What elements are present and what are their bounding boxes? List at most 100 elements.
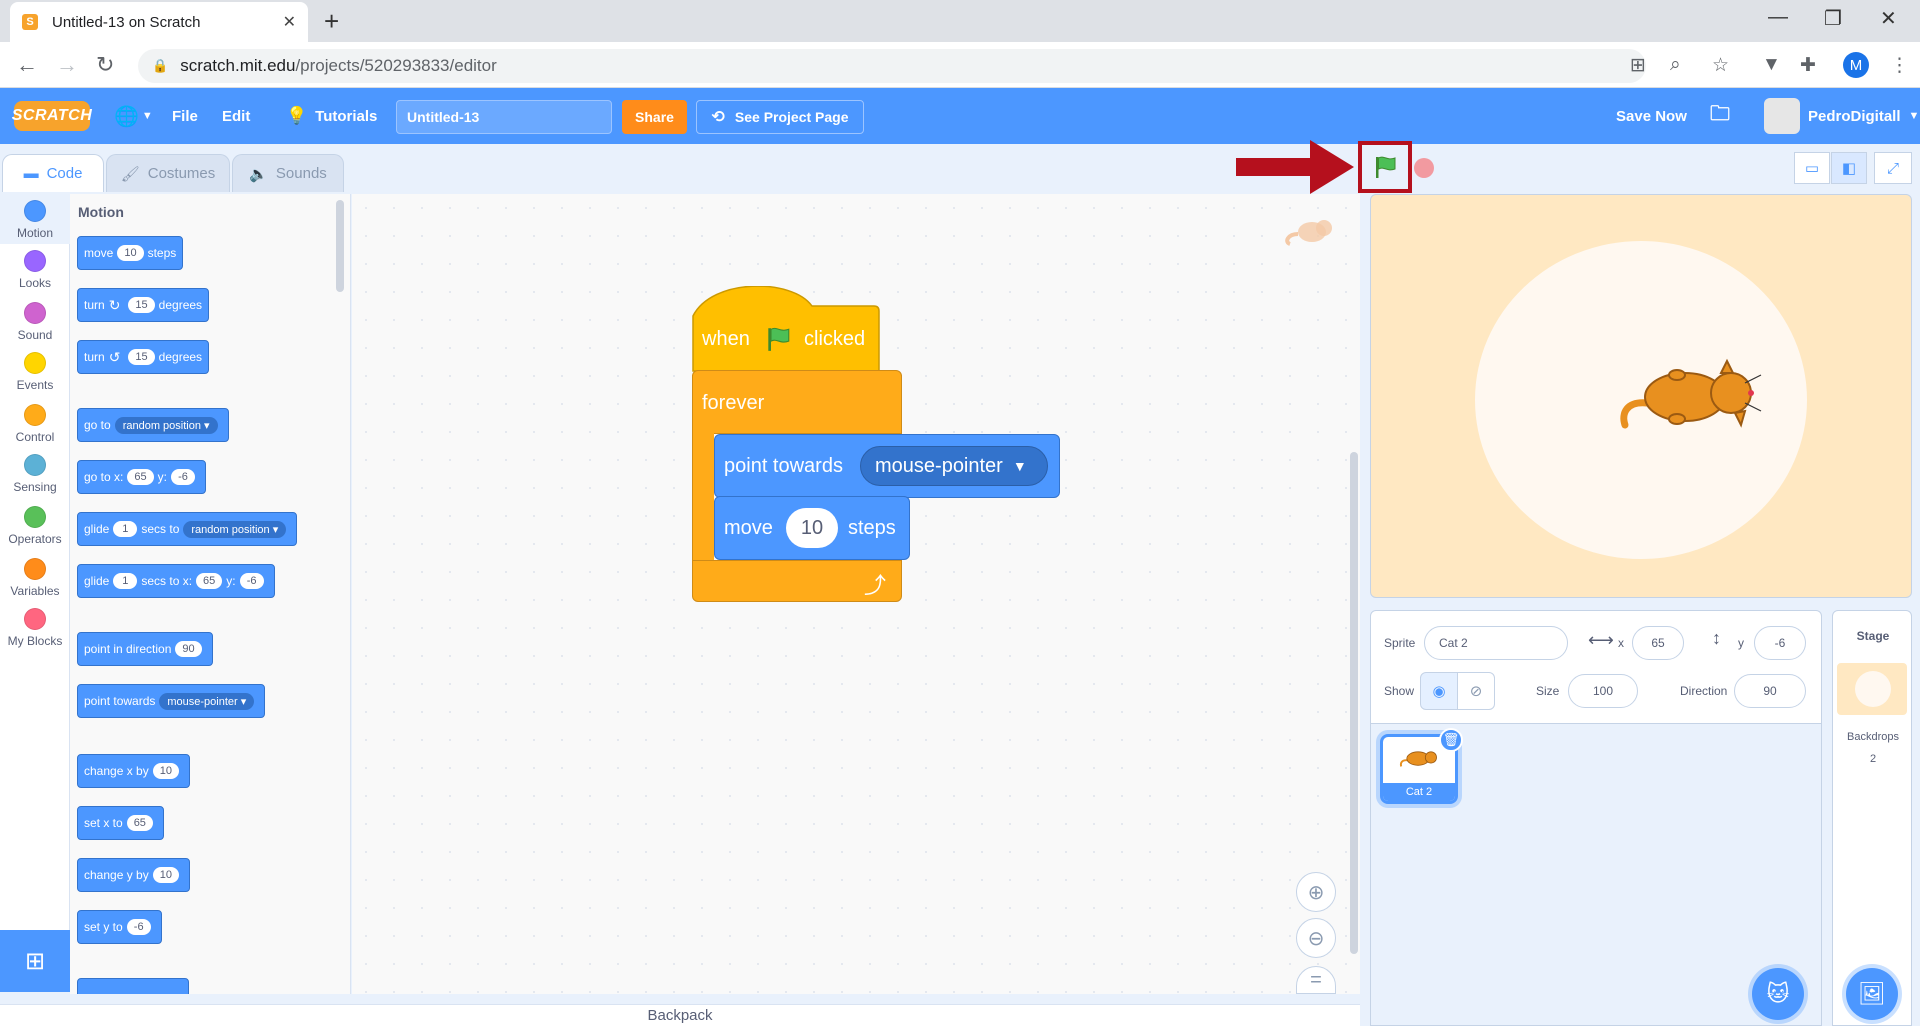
fullscreen-button[interactable]: ⤢ xyxy=(1874,152,1912,184)
backpack-bar[interactable]: Backpack xyxy=(0,1004,1360,1026)
script-scrollbar[interactable] xyxy=(1350,452,1358,954)
category-events[interactable]: Events xyxy=(0,352,70,402)
stop-button[interactable] xyxy=(1414,158,1434,178)
edit-menu[interactable]: Edit xyxy=(222,88,250,144)
backdrop-thumbnail[interactable] xyxy=(1837,663,1907,715)
block-input[interactable]: 65 xyxy=(126,815,153,831)
browser-menu-icon[interactable]: ⋮ xyxy=(1890,54,1909,77)
add-extension-button[interactable]: ⊞ xyxy=(0,930,70,992)
palette-partial-block[interactable] xyxy=(77,978,189,994)
category-my-blocks[interactable]: My Blocks xyxy=(0,608,70,658)
stage-selector-panel[interactable]: Stage Backdrops 2 xyxy=(1832,610,1912,1026)
choose-sprite-button[interactable]: 🐱 xyxy=(1752,968,1804,1020)
puzzle-extensions-icon[interactable]: ✚ xyxy=(1800,54,1816,77)
block-dropdown[interactable]: mouse-pointer ▾ xyxy=(159,692,255,710)
palette-glide-xy-block[interactable]: glide 1 secs to x: 65 y: -6 xyxy=(77,564,275,598)
sprite-x-input[interactable]: 65 xyxy=(1632,626,1684,660)
file-menu[interactable]: File xyxy=(172,88,198,144)
palette-glide-block[interactable]: glide 1 secs to random position ▾ xyxy=(77,512,298,546)
reload-icon[interactable]: ↻ xyxy=(96,52,114,78)
palette-set-x-block[interactable]: set x to 65 xyxy=(77,806,164,840)
zoom-in-button[interactable]: ⊕ xyxy=(1296,872,1336,912)
show-visible-button[interactable]: ◉ xyxy=(1420,672,1458,710)
block-input[interactable]: 65 xyxy=(127,469,154,485)
block-input[interactable]: 10 xyxy=(152,763,179,779)
palette-point-direction-block[interactable]: point in direction 90 xyxy=(77,632,213,666)
zoom-icon[interactable]: ⌕ xyxy=(1670,54,1681,76)
zoom-out-button[interactable]: ⊖ xyxy=(1296,918,1336,958)
point-towards-dropdown[interactable]: mouse-pointer ▼ xyxy=(860,446,1048,486)
my-stuff-folder-icon[interactable]: 🗀 xyxy=(1710,88,1730,144)
block-input[interactable]: -6 xyxy=(239,573,264,589)
restore-icon[interactable]: ❐ xyxy=(1824,6,1842,31)
sprite-name-input[interactable]: Cat 2 xyxy=(1424,626,1568,660)
category-motion[interactable]: Motion xyxy=(0,194,70,244)
move-steps-input[interactable]: 10 xyxy=(786,508,838,548)
sprite-size-input[interactable]: 100 xyxy=(1568,674,1638,708)
url-bar[interactable]: 🔒 scratch.mit.edu/projects/520293833/edi… xyxy=(138,49,1646,83)
share-button[interactable]: Share xyxy=(622,100,687,134)
palette-goto-block[interactable]: go to random position ▾ xyxy=(77,408,229,442)
green-flag-button[interactable] xyxy=(1358,141,1412,193)
small-stage-button[interactable]: ▭ xyxy=(1794,152,1830,184)
minimize-icon[interactable]: — xyxy=(1768,6,1788,29)
category-looks[interactable]: Looks xyxy=(0,250,70,300)
category-operators[interactable]: Operators xyxy=(0,506,70,556)
block-dropdown[interactable]: random position ▾ xyxy=(114,416,218,434)
palette-move-block[interactable]: move 10 steps xyxy=(77,236,184,270)
save-now-button[interactable]: Save Now xyxy=(1616,88,1687,144)
block-input[interactable]: 1 xyxy=(113,521,138,537)
close-window-icon[interactable]: ✕ xyxy=(1880,6,1897,31)
close-tab-icon[interactable]: ✕ xyxy=(283,12,296,32)
extension-icon[interactable]: ▼ xyxy=(1762,54,1781,76)
tab-sounds-label: Sounds xyxy=(275,165,327,182)
normal-stage-button[interactable]: ◧ xyxy=(1831,152,1867,184)
back-icon[interactable]: ← xyxy=(16,52,38,78)
palette-set-y-block[interactable]: set y to -6 xyxy=(77,910,162,944)
choose-backdrop-button[interactable]: 🖼 xyxy=(1846,968,1898,1020)
sprite-y-input[interactable]: -6 xyxy=(1754,626,1806,660)
block-input[interactable]: 10 xyxy=(117,245,144,261)
category-sound[interactable]: Sound xyxy=(0,302,70,352)
category-control[interactable]: Control xyxy=(0,404,70,454)
new-tab-icon[interactable]: + xyxy=(324,6,339,37)
sprite-direction-input[interactable]: 90 xyxy=(1734,674,1806,708)
translate-icon[interactable]: ⊞ xyxy=(1630,54,1646,77)
block-input[interactable]: 65 xyxy=(196,573,223,589)
show-hidden-button[interactable]: ⊘ xyxy=(1457,672,1495,710)
block-input[interactable]: 10 xyxy=(152,867,179,883)
category-sensing[interactable]: Sensing xyxy=(0,454,70,504)
block-input[interactable]: 15 xyxy=(128,349,155,365)
project-title-input[interactable]: Untitled-13 xyxy=(396,100,612,134)
block-input[interactable]: -6 xyxy=(170,469,195,485)
palette-turn-right-block[interactable]: turn ↻ 15 degrees xyxy=(77,288,210,322)
palette-point-towards-block[interactable]: point towards mouse-pointer ▾ xyxy=(77,684,266,718)
block-input[interactable]: 1 xyxy=(113,573,138,589)
block-input[interactable]: 90 xyxy=(175,641,202,657)
category-variables[interactable]: Variables xyxy=(0,558,70,608)
palette-change-x-block[interactable]: change x by 10 xyxy=(77,754,190,788)
palette-scrollbar[interactable] xyxy=(336,200,344,292)
delete-sprite-button[interactable]: 🗑 xyxy=(1439,728,1463,752)
see-project-page-button[interactable]: ⟲ See Project Page xyxy=(696,100,864,134)
block-input[interactable]: 15 xyxy=(128,297,155,313)
stage-canvas[interactable] xyxy=(1370,194,1912,598)
palette-goto-xy-block[interactable]: go to x: 65 y: -6 xyxy=(77,460,206,494)
tab-costumes[interactable]: 🖌 Costumes xyxy=(106,154,230,192)
user-avatar[interactable] xyxy=(1764,98,1800,134)
forward-icon[interactable]: → xyxy=(56,52,78,78)
bookmark-star-icon[interactable]: ☆ xyxy=(1712,54,1729,77)
palette-change-y-block[interactable]: change y by 10 xyxy=(77,858,190,892)
browser-tab[interactable]: S Untitled-13 on Scratch ✕ xyxy=(10,2,308,42)
profile-avatar[interactable]: M xyxy=(1843,52,1869,78)
tab-code[interactable]: ▬ Code xyxy=(2,154,104,192)
tutorials-button[interactable]: 💡 Tutorials xyxy=(286,88,377,144)
account-menu[interactable]: PedroDigitall ▼ xyxy=(1808,88,1919,144)
block-dropdown[interactable]: random position ▾ xyxy=(183,520,287,538)
cat-sprite[interactable] xyxy=(1617,355,1767,435)
scratch-logo[interactable]: SCRATCH xyxy=(12,101,92,131)
language-globe-icon[interactable]: 🌐 ▼ xyxy=(114,88,153,144)
block-input[interactable]: -6 xyxy=(126,919,151,935)
tab-sounds[interactable]: 🔈 Sounds xyxy=(232,154,344,192)
palette-turn-left-block[interactable]: turn ↺ 15 degrees xyxy=(77,340,210,374)
